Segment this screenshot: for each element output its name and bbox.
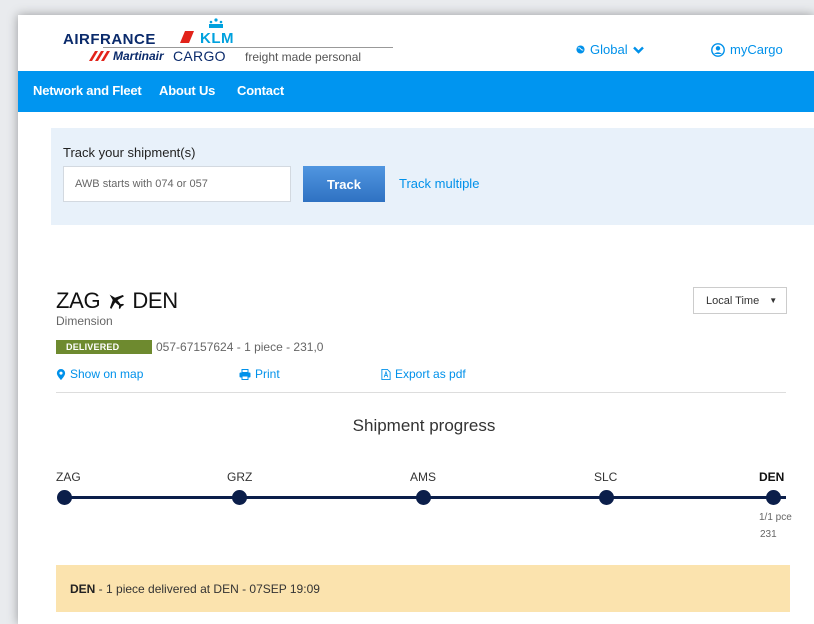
plane-icon (109, 294, 125, 310)
logo-airfrance-text: AIRFRANCE (63, 31, 156, 48)
stop-code: AMS (410, 470, 437, 484)
logo-tagline: freight made personal (245, 50, 362, 64)
show-on-map-link[interactable]: Show on map (56, 367, 143, 381)
stop-code: GRZ (227, 470, 253, 484)
shipment-progress-title: Shipment progress (352, 416, 496, 435)
print-icon (239, 368, 251, 380)
airfrance-klm-martinair-cargo-logo[interactable]: AIRFRANCE KLM Martinair CARGO freight ma… (63, 18, 393, 67)
delivered-station: DEN (70, 581, 96, 596)
destination-code: DEN (132, 288, 178, 313)
time-zone-select[interactable]: Local Time ▼ (693, 287, 787, 314)
show-on-map-label: Show on map (70, 367, 144, 381)
stop-dot (232, 490, 247, 505)
mycargo-account-link[interactable]: myCargo (711, 42, 783, 57)
logo-divider (103, 47, 393, 48)
site-header: AIRFRANCE KLM Martinair CARGO freight ma… (18, 15, 814, 71)
martinair-stripes-icon (89, 51, 110, 61)
nav-item-network-and-fleet[interactable]: Network and Fleet (33, 83, 142, 98)
delivery-status-banner: DEN - 1 piece delivered at DEN - 07SEP 1… (56, 565, 790, 612)
logo-klm-text: KLM (200, 30, 234, 47)
status-row: DELIVERED 057-67157624 - 1 piece - 231,0 (56, 340, 323, 354)
export-pdf-link[interactable]: Export as pdf (381, 367, 466, 381)
stop-code-current: DEN (759, 470, 785, 484)
print-link[interactable]: Print (239, 367, 280, 381)
region-selector[interactable]: Global (576, 42, 644, 57)
shipment-route-title: ZAG DEN (56, 288, 178, 314)
shipment-progress-timeline: ZAG GRZ AMS SLC DEN 1/1 pce 231 (56, 470, 796, 570)
track-shipment-panel: Track your shipment(s) Track Track multi… (51, 128, 814, 225)
page: AIRFRANCE KLM Martinair CARGO freight ma… (18, 15, 814, 624)
stop-dot (416, 490, 431, 505)
globe-icon (576, 45, 585, 54)
klm-crown-icon (209, 18, 223, 28)
track-multiple-link[interactable]: Track multiple (399, 176, 479, 191)
section-divider (56, 392, 786, 393)
caret-down-icon: ▼ (769, 296, 778, 305)
chevron-down-icon (632, 46, 644, 54)
pdf-file-icon (381, 368, 391, 380)
logo-martinair-text: Martinair (113, 49, 164, 63)
nav-item-contact[interactable]: Contact (237, 83, 284, 98)
shipment-actions: Show on map Print Export as pdf (56, 367, 786, 383)
awb-search-input[interactable] (63, 166, 291, 202)
stop-code: ZAG (56, 470, 81, 484)
stop-dot-current (766, 490, 781, 505)
delivered-text: - 1 piece delivered at DEN - 07SEP 19:09 (95, 581, 320, 596)
awb-summary: 057-67157624 - 1 piece - 231,0 (156, 340, 324, 354)
export-pdf-label: Export as pdf (395, 367, 466, 381)
print-label: Print (255, 367, 280, 381)
track-label: Track your shipment(s) (63, 145, 196, 160)
stop-weight: 231 (760, 529, 777, 540)
main-nav: Network and Fleet About Us Contact (18, 71, 814, 112)
airfrance-slash-icon (180, 31, 194, 43)
origin-code: ZAG (56, 288, 101, 313)
stop-dot (57, 490, 72, 505)
region-label: Global (590, 42, 628, 57)
mycargo-label: myCargo (730, 42, 783, 57)
map-marker-icon (56, 368, 66, 380)
nav-item-about-us[interactable]: About Us (159, 83, 215, 98)
stop-dot (599, 490, 614, 505)
shipment-subtitle: Dimension (56, 314, 113, 328)
time-zone-value: Local Time (706, 294, 760, 307)
track-button[interactable]: Track (303, 166, 385, 202)
status-badge: DELIVERED (56, 340, 152, 354)
stop-pieces: 1/1 pce (759, 512, 792, 523)
user-circle-icon (711, 42, 725, 57)
stop-code: SLC (594, 470, 618, 484)
logo-cargo-text: CARGO (173, 48, 226, 64)
